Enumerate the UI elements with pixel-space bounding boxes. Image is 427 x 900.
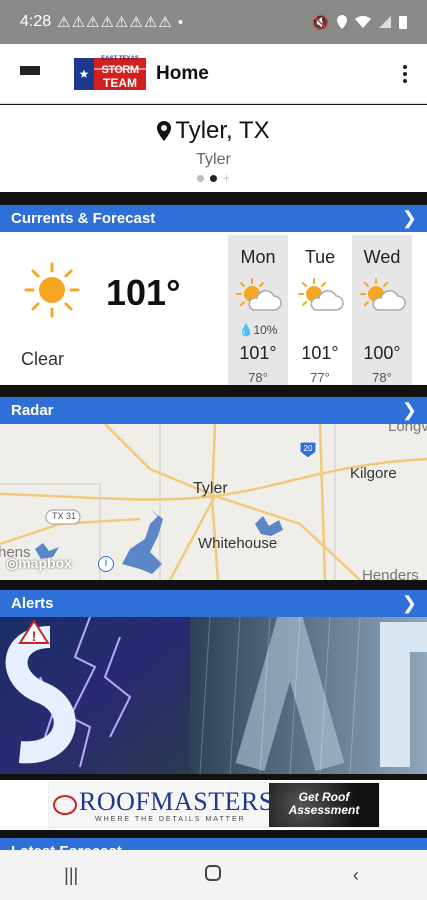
page-dot-active[interactable]	[209, 175, 217, 182]
advertisement-banner[interactable]: ROOFMASTERS WHERE THE DETAILS MATTER Get…	[0, 780, 427, 830]
forecast-day[interactable]: Mon 💧10% 101° 78°	[228, 235, 288, 385]
mute-icon: 🔇	[311, 13, 329, 30]
current-conditions-card[interactable]: 101° Clear Mon 💧10% 101° 78° Tue 101° 77…	[0, 232, 427, 385]
system-nav-bar: ||| ‹	[0, 850, 427, 900]
forecast-high: 100°	[363, 343, 401, 363]
sun-icon	[24, 262, 80, 318]
map-label-whitehouse: Whitehouse	[198, 535, 278, 552]
signal-icon	[379, 16, 391, 28]
recent-apps-button[interactable]: |||	[41, 865, 101, 886]
add-location-icon[interactable]: +	[223, 172, 230, 184]
forecast-day[interactable]: Wed 100° 78°	[352, 235, 412, 385]
section-title: Radar	[11, 402, 54, 419]
map-pin-icon	[157, 121, 172, 141]
roofmasters-logo-icon	[53, 795, 77, 815]
ad-tagline: WHERE THE DETAILS MATTER	[95, 816, 246, 823]
raindrop-icon: 💧	[238, 323, 254, 337]
overflow-menu-button[interactable]	[383, 64, 427, 83]
location-pin-icon	[337, 15, 347, 29]
chevron-right-icon: ❯	[401, 400, 417, 420]
page-dot[interactable]	[196, 175, 204, 182]
ad-brand: ROOFMASTERS	[79, 787, 274, 816]
forecast-low: 77°	[310, 370, 330, 385]
page-title: Home	[156, 62, 209, 84]
mapbox-icon: ◎	[6, 555, 19, 571]
chevron-right-icon: ❯	[401, 208, 417, 228]
current-now: 101° Clear	[0, 232, 224, 385]
current-condition: Clear	[21, 349, 65, 369]
back-button[interactable]: ‹	[326, 865, 386, 886]
forecast-precip	[290, 323, 350, 339]
map-label-henderson: Henders	[362, 567, 419, 580]
battery-icon	[399, 16, 407, 29]
location-subtitle: Tyler	[196, 151, 231, 168]
radar-map[interactable]: 20 Tyler Whitehouse Kilgore Longv Hender…	[0, 424, 427, 580]
home-icon	[205, 864, 222, 881]
recents-icon: |||	[64, 864, 79, 885]
map-label-kilgore: Kilgore	[350, 465, 397, 482]
chevron-right-icon: ❯	[401, 593, 417, 613]
severe-weather-graphic: !	[0, 617, 427, 774]
city-name: Tyler, TX	[175, 117, 270, 144]
status-warning-icons: ⚠⚠⚠⚠⚠⚠⚠⚠ •	[57, 14, 185, 31]
map-label-tx31: TX 31	[52, 511, 77, 521]
alerts-header[interactable]: Alerts ❯	[0, 590, 427, 617]
mapbox-logo: ◎mapbox	[6, 555, 72, 571]
back-icon: ‹	[352, 864, 359, 885]
forecast-low: 78°	[248, 370, 268, 385]
ad-cta[interactable]: Get Roof Assessment	[269, 783, 379, 827]
app-bar: ★ EAST TEXAS STORM TEAM Home	[0, 44, 427, 104]
section-title: Currents & Forecast	[11, 210, 156, 227]
location-header[interactable]: Tyler, TX Tyler +	[0, 105, 427, 192]
forecast-day-name: Tue	[304, 247, 336, 267]
roofmasters-ad[interactable]: ROOFMASTERS WHERE THE DETAILS MATTER Get…	[48, 782, 380, 828]
partly-cloudy-icon	[236, 278, 282, 311]
forecast-high: 101°	[301, 343, 339, 363]
map-label-longview: Longv	[388, 424, 427, 435]
forecast-precip: 💧10%	[238, 323, 278, 337]
i20-shield: 20	[304, 444, 313, 453]
forecast-high: 101°	[239, 343, 277, 363]
more-vert-icon	[403, 64, 407, 69]
section-title: Alerts	[11, 595, 54, 612]
home-button[interactable]	[183, 864, 243, 887]
status-right-icons: 🔇	[312, 14, 407, 31]
forecast-low: 78°	[372, 370, 392, 385]
info-icon[interactable]: i	[98, 556, 114, 572]
location-city: Tyler, TX	[0, 117, 427, 145]
map-label-tyler: Tyler	[193, 480, 228, 497]
alerts-banner-image[interactable]: !	[0, 617, 427, 774]
forecast-day-name: Mon	[240, 247, 276, 267]
partly-cloudy-icon	[298, 278, 344, 311]
hamburger-menu-icon	[20, 65, 40, 82]
forecast-precip	[352, 323, 412, 339]
current-temperature: 101°	[106, 272, 181, 313]
wifi-icon	[355, 16, 371, 28]
page-indicator[interactable]: +	[0, 172, 427, 184]
status-bar: 4:28 ⚠⚠⚠⚠⚠⚠⚠⚠ • 🔇	[0, 0, 427, 44]
menu-button[interactable]	[0, 65, 60, 82]
storm-team-logo: ★ EAST TEXAS STORM TEAM	[74, 55, 146, 92]
star-icon: ★	[74, 57, 94, 90]
radar-header[interactable]: Radar ❯	[0, 397, 427, 424]
forecast-day-name: Wed	[363, 247, 401, 267]
status-time: 4:28	[20, 13, 52, 30]
partly-cloudy-icon	[360, 278, 406, 311]
svg-text:!: !	[32, 628, 37, 644]
forecast-day[interactable]: Tue 101° 77°	[290, 235, 350, 385]
currents-forecast-header[interactable]: Currents & Forecast ❯	[0, 205, 427, 232]
